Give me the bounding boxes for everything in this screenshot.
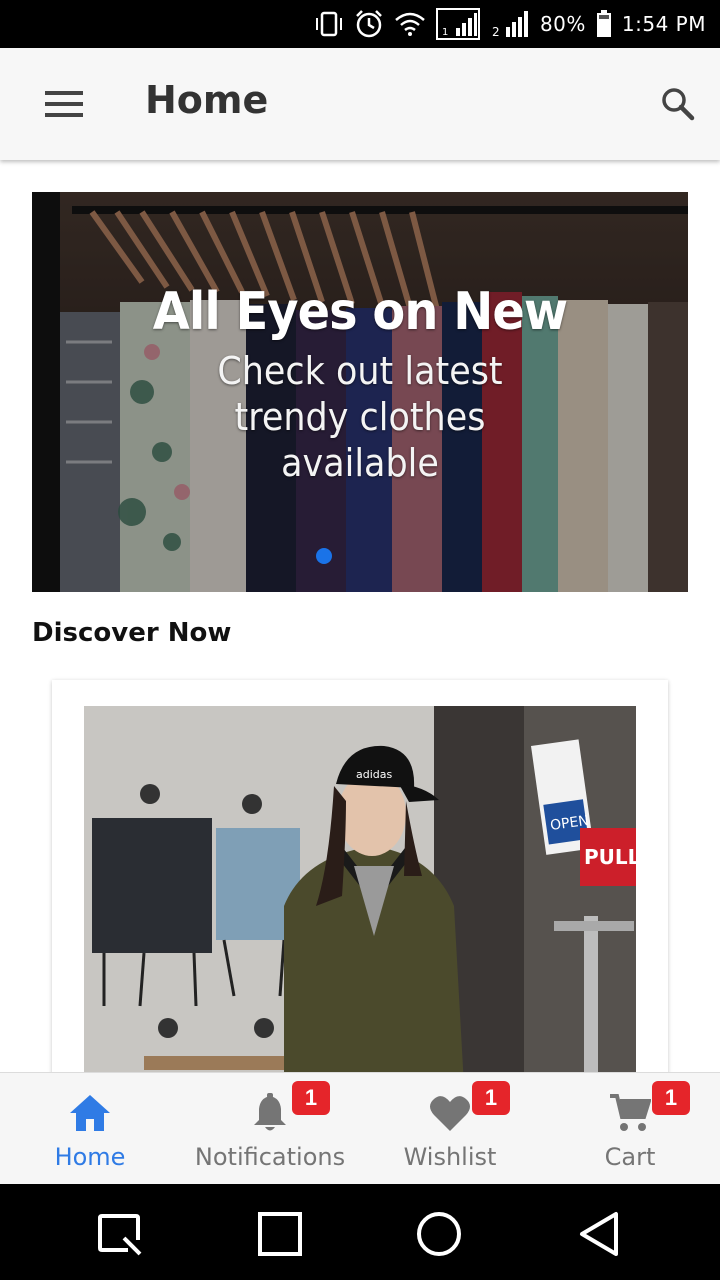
- search-icon[interactable]: [652, 78, 704, 130]
- back-icon[interactable]: [574, 1208, 626, 1260]
- signal-sim1-icon: 1: [435, 8, 480, 40]
- svg-text:adidas: adidas: [356, 768, 393, 781]
- clock: 1:54 PM: [621, 12, 706, 36]
- svg-text:PULL: PULL: [584, 845, 636, 869]
- cart-icon: [606, 1089, 654, 1137]
- nav-item-notifications[interactable]: 1 Notifications: [180, 1073, 360, 1185]
- cart-count-badge: 1: [652, 1081, 690, 1115]
- screenshot-icon[interactable]: [94, 1208, 146, 1260]
- banner-subtitle-line: available: [281, 441, 439, 485]
- banner-text: All Eyes on New Check out latest trendy …: [32, 276, 688, 486]
- alarm-icon: [354, 9, 384, 39]
- wishlist-count-badge: 1: [472, 1081, 510, 1115]
- banner-title: All Eyes on New: [152, 282, 568, 342]
- banner-subtitle-line: trendy clothes: [234, 395, 486, 439]
- nav-label-cart: Cart: [604, 1143, 656, 1171]
- nav-label-wishlist: Wishlist: [403, 1143, 497, 1171]
- system-navigation-bar: [0, 1184, 720, 1280]
- notification-count-badge: 1: [292, 1081, 330, 1115]
- wifi-icon: [394, 11, 426, 37]
- battery-icon: [596, 10, 612, 38]
- bell-icon: [246, 1089, 294, 1137]
- nav-label-home: Home: [54, 1143, 126, 1171]
- home-circle-icon[interactable]: [413, 1208, 465, 1260]
- section-title: Discover Now: [32, 618, 232, 648]
- bottom-navigation: Home 1 Notifications 1 Wishlist 1 Cart: [0, 1072, 720, 1184]
- home-icon: [66, 1089, 114, 1137]
- nav-item-cart[interactable]: 1 Cart: [540, 1073, 720, 1185]
- recents-icon[interactable]: [254, 1208, 306, 1260]
- status-bar: 1 2 80% 1:54 PM: [0, 0, 720, 48]
- nav-item-home[interactable]: Home: [0, 1073, 180, 1185]
- product-photo: OPEN PULL adidas: [84, 706, 636, 1086]
- promo-banner[interactable]: All Eyes on New Check out latest trendy …: [32, 192, 688, 592]
- product-image[interactable]: OPEN PULL adidas: [84, 706, 636, 1086]
- nav-item-wishlist[interactable]: 1 Wishlist: [360, 1073, 540, 1185]
- heart-icon: [426, 1089, 474, 1137]
- carousel-indicator-dot[interactable]: [316, 548, 332, 564]
- battery-percent: 80%: [539, 12, 586, 36]
- hamburger-menu-icon[interactable]: [32, 80, 96, 128]
- banner-subtitle-line: Check out latest: [217, 349, 503, 393]
- page-title: Home: [145, 78, 269, 122]
- svg-text:2: 2: [492, 25, 500, 39]
- nav-label-notifications: Notifications: [194, 1143, 346, 1171]
- signal-sim2-icon: 2: [490, 9, 530, 39]
- app-bar: Home: [0, 48, 720, 160]
- vibrate-icon: [314, 11, 344, 37]
- svg-text:1: 1: [442, 27, 448, 38]
- product-card[interactable]: OPEN PULL adidas: [52, 680, 668, 1100]
